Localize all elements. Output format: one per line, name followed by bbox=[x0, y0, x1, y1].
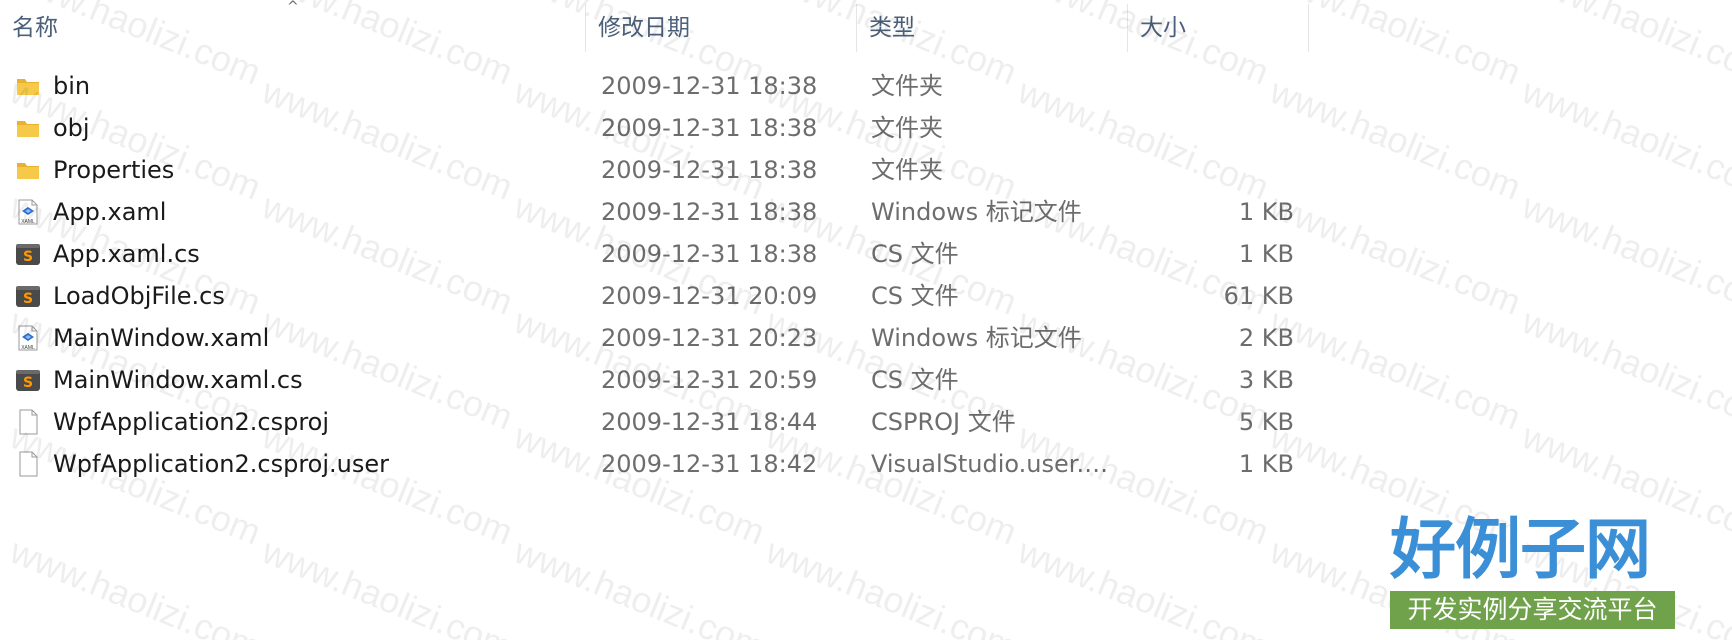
file-size: 2 KB bbox=[1238, 324, 1294, 352]
xaml-file-icon: XAML bbox=[14, 198, 42, 226]
file-type: CS 文件 bbox=[871, 282, 959, 310]
file-name: LoadObjFile.cs bbox=[53, 282, 225, 310]
column-header-type[interactable]: 类型 bbox=[857, 0, 1127, 56]
column-header-type-label: 类型 bbox=[869, 15, 915, 41]
folder-icon bbox=[14, 114, 42, 142]
logo-tagline: 开发实例分享交流平台 bbox=[1390, 591, 1675, 629]
file-type: VisualStudio.user.a... bbox=[871, 450, 1111, 478]
watermark-text: www.haolizi.com bbox=[256, 530, 519, 640]
file-type: 文件夹 bbox=[871, 114, 943, 142]
file-row[interactable]: bin 2009-12-31 18:38 文件夹 bbox=[0, 65, 1310, 107]
sort-ascending-icon: ^ bbox=[287, 0, 299, 15]
file-name: App.xaml.cs bbox=[53, 240, 200, 268]
file-name: WpfApplication2.csproj bbox=[53, 408, 330, 436]
xaml-file-icon: XAML bbox=[14, 324, 42, 352]
svg-text:S: S bbox=[23, 249, 33, 265]
column-header-name-label: 名称 bbox=[12, 15, 58, 41]
folder-icon bbox=[14, 156, 42, 184]
file-name: Properties bbox=[53, 156, 175, 184]
watermark-text: www.haolizi.com bbox=[508, 530, 771, 640]
file-modified-date: 2009-12-31 18:38 bbox=[601, 198, 818, 226]
folder-icon bbox=[14, 72, 42, 100]
file-size: 5 KB bbox=[1238, 408, 1294, 436]
column-header-size-label: 大小 bbox=[1140, 15, 1186, 41]
file-row[interactable]: WpfApplication2.csproj.user 2009-12-31 18… bbox=[0, 443, 1310, 485]
sublime-file-icon: S bbox=[14, 240, 42, 268]
file-modified-date: 2009-12-31 18:44 bbox=[601, 408, 818, 436]
file-modified-date: 2009-12-31 20:09 bbox=[601, 282, 818, 310]
blank-file-icon bbox=[14, 408, 42, 436]
file-row[interactable]: S App.xaml.cs 2009-12-31 18:38 CS 文件 1 KB bbox=[0, 233, 1310, 275]
file-row[interactable]: S LoadObjFile.cs 2009-12-31 20:09 CS 文件 61 K… bbox=[0, 275, 1310, 317]
svg-text:S: S bbox=[23, 375, 33, 391]
column-divider[interactable] bbox=[1308, 4, 1309, 52]
file-size: 1 KB bbox=[1238, 198, 1294, 226]
file-size: 1 KB bbox=[1238, 240, 1294, 268]
svg-text:S: S bbox=[23, 291, 33, 307]
watermark-text: www.haolizi.com bbox=[4, 530, 267, 640]
file-type: CS 文件 bbox=[871, 366, 959, 394]
file-type: Windows 标记文件 bbox=[871, 324, 1082, 352]
svg-text:XAML: XAML bbox=[21, 345, 35, 351]
sublime-file-icon: S bbox=[14, 366, 42, 394]
file-name: WpfApplication2.csproj.user bbox=[53, 450, 390, 478]
file-modified-date: 2009-12-31 18:38 bbox=[601, 156, 818, 184]
file-size bbox=[1110, 65, 1294, 107]
column-header-bar: 名称 ^ 修改日期 类型 大小 bbox=[0, 0, 1310, 56]
file-size: 61 KB bbox=[1223, 282, 1294, 310]
watermark-text: www.haolizi.com bbox=[760, 530, 1023, 640]
file-row[interactable]: XAML App.xaml 2009-12-31 18:38 Windows 标记文件… bbox=[0, 191, 1310, 233]
file-list: bin 2009-12-31 18:38 文件夹 obj 2009-12-31 18:3… bbox=[0, 65, 1310, 485]
sublime-file-icon: S bbox=[14, 282, 42, 310]
file-name: bin bbox=[53, 72, 91, 100]
file-name: obj bbox=[53, 114, 90, 142]
svg-text:XAML: XAML bbox=[21, 219, 35, 225]
blank-file-icon bbox=[14, 450, 42, 478]
file-type: CSPROJ 文件 bbox=[871, 408, 1016, 436]
file-name: MainWindow.xaml bbox=[53, 324, 270, 352]
file-name: App.xaml bbox=[53, 198, 167, 226]
file-row[interactable]: Properties 2009-12-31 18:38 文件夹 bbox=[0, 149, 1310, 191]
file-modified-date: 2009-12-31 20:59 bbox=[601, 366, 818, 394]
file-name: MainWindow.xaml.cs bbox=[53, 366, 303, 394]
file-size bbox=[1110, 107, 1294, 149]
watermark-text: www.haolizi.com bbox=[1516, 70, 1732, 208]
file-type: 文件夹 bbox=[871, 72, 943, 100]
column-header-date-label: 修改日期 bbox=[598, 15, 690, 41]
file-type: CS 文件 bbox=[871, 240, 959, 268]
column-header-date[interactable]: 修改日期 bbox=[586, 0, 856, 56]
file-modified-date: 2009-12-31 18:42 bbox=[601, 450, 818, 478]
file-row[interactable]: WpfApplication2.csproj 2009-12-31 18:44 CS… bbox=[0, 401, 1310, 443]
watermark-text: www.haolizi.com bbox=[1012, 530, 1275, 640]
watermark-text: www.haolizi.com bbox=[1516, 185, 1732, 323]
file-modified-date: 2009-12-31 20:23 bbox=[601, 324, 818, 352]
logo-title: 好例子网 bbox=[1390, 511, 1651, 588]
file-row[interactable]: S MainWindow.xaml.cs 2009-12-31 20:59 CS 文件… bbox=[0, 359, 1310, 401]
file-size bbox=[1110, 149, 1294, 191]
site-logo: 好例子网 开发实例分享交流平台 bbox=[1390, 515, 1675, 630]
file-row[interactable]: XAML MainWindow.xaml 2009-12-31 20:23 Windo… bbox=[0, 317, 1310, 359]
file-type: 文件夹 bbox=[871, 156, 943, 184]
file-modified-date: 2009-12-31 18:38 bbox=[601, 114, 818, 142]
file-size: 1 KB bbox=[1238, 450, 1294, 478]
file-modified-date: 2009-12-31 18:38 bbox=[601, 72, 818, 100]
file-row[interactable]: obj 2009-12-31 18:38 文件夹 bbox=[0, 107, 1310, 149]
watermark-text: www.haolizi.com bbox=[1516, 0, 1732, 93]
file-type: Windows 标记文件 bbox=[871, 198, 1082, 226]
watermark-text: www.haolizi.com bbox=[1516, 300, 1732, 438]
file-modified-date: 2009-12-31 18:38 bbox=[601, 240, 818, 268]
column-header-size[interactable]: 大小 bbox=[1128, 0, 1308, 56]
file-size: 3 KB bbox=[1238, 366, 1294, 394]
